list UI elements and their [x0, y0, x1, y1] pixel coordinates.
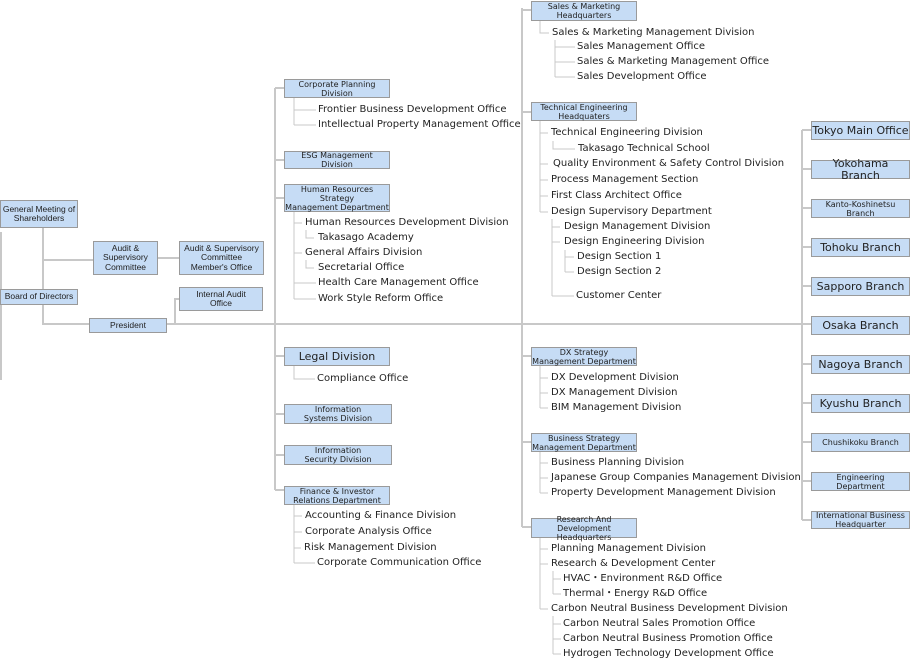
org-unit: Design Section 1	[577, 251, 662, 262]
org-unit: Carbon Neutral Sales Promotion Office	[563, 618, 756, 629]
org-unit: Secretarial Office	[318, 262, 405, 273]
branch-box: Yokohama Branch	[811, 157, 910, 181]
org-unit: Planning Management Division	[551, 543, 706, 554]
org-unit: Sales Management Office	[577, 41, 706, 52]
sales-hq-box: Sales & Marketing Headquarters	[531, 1, 637, 21]
org-unit: Sales & Marketing Management Division	[552, 27, 755, 38]
esg-box: ESG Management Division	[284, 151, 390, 169]
org-unit: Hydrogen Technology Development Office	[563, 648, 774, 659]
org-unit: Design Section 2	[577, 266, 662, 277]
org-unit: Sales Development Office	[577, 71, 707, 82]
org-unit: Work Style Reform Office	[318, 293, 444, 304]
legal-box: Legal Division	[284, 347, 390, 366]
rnd-hq-box: Research And Development Headquarters	[531, 515, 637, 542]
org-unit: Design Supervisory Department	[551, 206, 712, 217]
internal-audit-box: Internal Audit Office	[179, 287, 263, 311]
org-unit: Accounting & Finance Division	[305, 510, 457, 521]
hr-box: Human Resources Strategy Management Depa…	[284, 184, 390, 212]
branch-box: Nagoya Branch	[811, 355, 910, 374]
org-unit: DX Development Division	[551, 372, 679, 383]
org-unit: Compliance Office	[317, 373, 409, 384]
org-unit: Research & Development Center	[551, 558, 716, 569]
org-unit: HVAC・Environment R&D Office	[563, 573, 723, 584]
audit-committee-box: Audit & Supervisory Committee	[93, 241, 158, 275]
info-security-box: Information Security Division	[284, 445, 392, 465]
org-unit: Property Development Management Division	[551, 487, 776, 498]
branch-box: Tohoku Branch	[811, 238, 910, 257]
org-unit: Frontier Business Development Office	[318, 104, 507, 115]
branch-box: Sapporo Branch	[811, 277, 910, 296]
org-unit: Carbon Neutral Business Development Divi…	[551, 603, 788, 614]
business-strategy-box: Business Strategy Management Department	[531, 433, 637, 452]
org-unit: Takasago Technical School	[578, 143, 710, 154]
org-unit: Business Planning Division	[551, 457, 685, 468]
tech-hq-box: Technical Engineering Headquaters	[531, 102, 637, 121]
audit-office-box: Audit & Supervisory Committee Member's O…	[179, 241, 264, 275]
info-systems-box: Information Systems Division	[284, 404, 392, 424]
corporate-planning-box: Corporate Planning Division	[284, 79, 390, 98]
org-unit: Thermal・Energy R&D Office	[563, 588, 708, 599]
org-unit: Risk Management Division	[304, 542, 437, 553]
org-unit: Health Care Management Office	[318, 277, 479, 288]
org-unit: BIM Management Division	[551, 402, 682, 413]
org-unit: DX Management Division	[551, 387, 678, 398]
org-unit: Quality Environment & Safety Control Div…	[553, 158, 785, 169]
general-meeting-box: General Meeting of Shareholders	[0, 200, 78, 228]
org-unit: Human Resources Development Division	[305, 217, 509, 228]
org-unit: Process Management Section	[551, 174, 699, 185]
org-unit: Corporate Analysis Office	[305, 526, 432, 537]
president-box: President	[89, 318, 167, 333]
org-unit: Corporate Communication Office	[317, 557, 482, 568]
branch-box: International Business Headquarter	[811, 511, 910, 529]
org-unit: Design Management Division	[564, 221, 711, 232]
org-unit: Takasago Academy	[318, 232, 414, 243]
org-unit: Carbon Neutral Business Promotion Office	[563, 633, 773, 644]
org-unit: First Class Architect Office	[551, 190, 682, 201]
branch-box: Tokyo Main Office	[811, 121, 910, 140]
dx-box: DX Strategy Management Department	[531, 347, 637, 366]
branch-box: Kyushu Branch	[811, 394, 910, 413]
org-unit: Customer Center	[576, 290, 662, 301]
branch-box: Osaka Branch	[811, 316, 910, 335]
org-unit: Japanese Group Companies Management Divi…	[551, 472, 801, 483]
branch-box: Kanto-Koshinetsu Branch	[811, 199, 910, 218]
org-unit: Design Engineering Division	[564, 236, 705, 247]
board-of-directors-box: Board of Directors	[0, 289, 78, 305]
org-unit: Technical Engineering Division	[551, 127, 703, 138]
finance-box: Finance & Investor Relations Department	[284, 486, 390, 505]
branch-box: Engineering Department	[811, 472, 910, 491]
org-unit: Intellectual Property Management Office	[318, 119, 521, 130]
org-unit: Sales & Marketing Management Office	[577, 56, 770, 67]
branch-box: Chushikoku Branch	[811, 433, 910, 452]
org-unit: General Affairs Division	[305, 247, 423, 258]
